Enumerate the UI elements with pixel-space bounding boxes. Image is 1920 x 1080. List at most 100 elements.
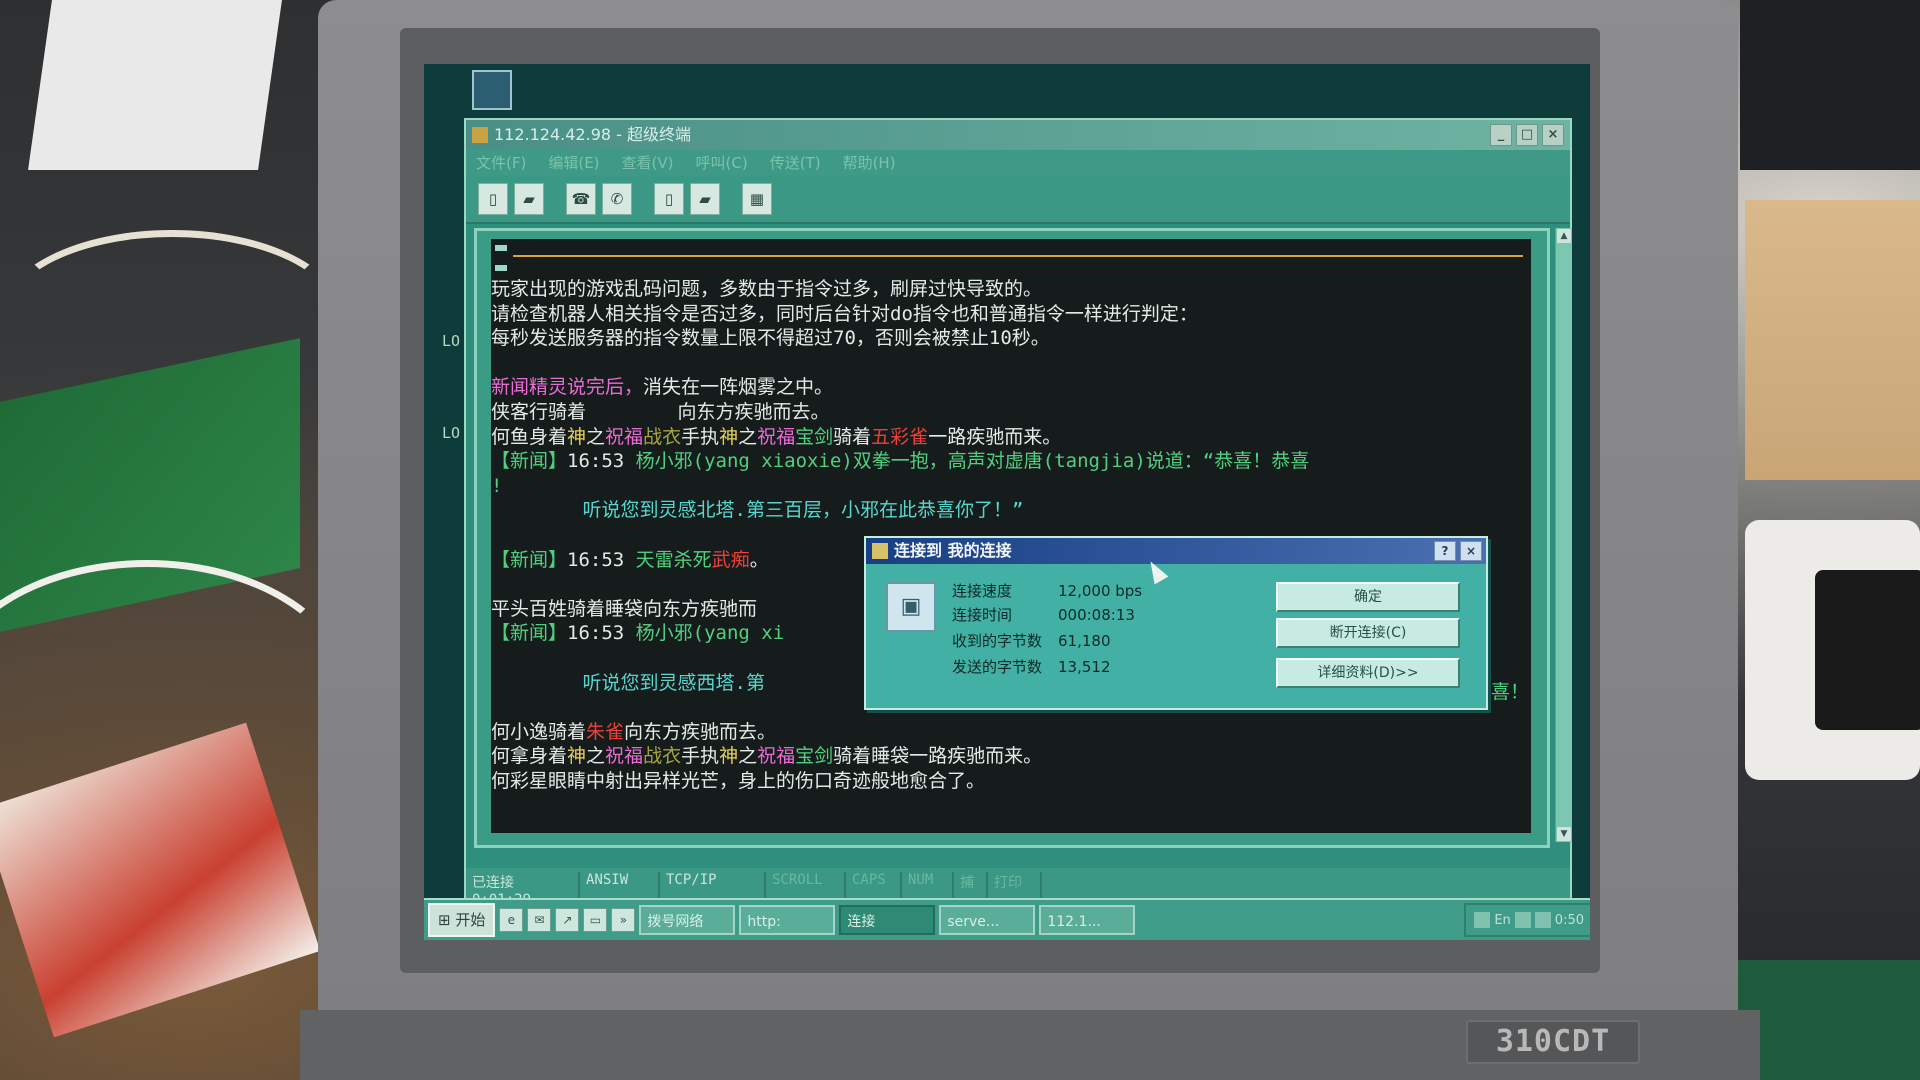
terminal-text-segment: !	[491, 474, 503, 497]
status-connected: 已连接 0:01:29	[466, 872, 580, 908]
maximize-button[interactable]: □	[1516, 124, 1538, 146]
stat-value: 61,180	[1058, 632, 1111, 650]
internet-explorer-icon[interactable]: e	[499, 908, 524, 932]
shelf	[1745, 200, 1920, 480]
terminal-text-segment: 朱雀	[586, 720, 625, 743]
menu-view[interactable]: 查看(V)	[622, 150, 674, 176]
side-label: LO	[442, 332, 461, 350]
cursor-marker	[495, 265, 507, 271]
system-tray: En 0:50	[1464, 903, 1590, 937]
stat-speed: 连接速度 12,000 bps	[952, 580, 1142, 601]
terminal-text-segment: 杨小邪(yang xi	[635, 622, 785, 645]
terminal-line: 何鱼身着神之祝福战衣手执神之祝福宝剑骑着五彩雀一路疾驰而来。	[491, 425, 1061, 449]
details-button[interactable]: 详细资料(D)>>	[1276, 658, 1460, 688]
terminal-text-segment: 祝福	[605, 745, 644, 768]
model-label: 310CDT	[1466, 1020, 1640, 1064]
scroll-down-icon[interactable]: ▼	[1557, 827, 1571, 841]
network-computers-icon: ▣	[886, 582, 936, 632]
outlook-icon[interactable]: ✉	[527, 908, 552, 932]
terminal-text-segment: 神	[719, 745, 739, 768]
network-icon[interactable]	[1514, 912, 1531, 928]
terminal-text-fragment: 喜！	[1491, 681, 1530, 703]
terminal-text-segment: 祝福	[605, 425, 644, 448]
terminal-line: 新闻精灵说完后，消失在一阵烟雾之中。	[491, 375, 833, 399]
dialog-close-button[interactable]: ×	[1460, 541, 1482, 561]
terminal-text-segment: 手执	[681, 745, 720, 768]
status-bar: 已连接 0:01:29 ANSIW TCP/IP SCROLL CAPS NUM…	[466, 868, 1570, 908]
show-desktop-icon[interactable]: ▭	[583, 908, 608, 932]
disconnect-button[interactable]: 断开连接(C)	[1276, 618, 1460, 648]
terminal-text-segment: 玩家出现的游戏乱码问题，多数由于指令过多，刷屏过快导致的。	[491, 278, 1043, 300]
terminal-text-segment: 何彩星眼睛中射出异样光芒，身上的伤口奇迹般地愈合了。	[491, 770, 986, 792]
language-indicator[interactable]: En	[1494, 913, 1510, 928]
network-desktop-icon[interactable]	[472, 70, 512, 110]
terminal-text-segment: 何鱼身着	[491, 425, 568, 448]
window-title: 112.124.42.98 - 超级终端	[494, 125, 692, 144]
terminal-text-segment: 骑着睡袋一路疾驰而来。	[833, 745, 1043, 768]
terminal-text-segment: 何小逸骑着	[491, 720, 587, 743]
ok-button[interactable]: 确定	[1276, 582, 1460, 612]
hyperterminal-window: 112.124.42.98 - 超级终端 _ □ × 文件(F) 编辑(E) 查…	[464, 118, 1572, 908]
status-scroll: SCROLL	[766, 872, 846, 898]
send-file-icon[interactable]: ▯	[654, 183, 684, 215]
terminal-text-segment: 之	[586, 425, 606, 448]
more-icon[interactable]: »	[611, 908, 636, 932]
terminal-line: 【新闻】16:53 杨小邪(yang xi	[491, 621, 784, 645]
task-server[interactable]: serve...	[939, 905, 1036, 935]
task-http[interactable]: http:	[739, 905, 836, 935]
dialog-titlebar[interactable]: 连接到 我的连接 ? ×	[866, 538, 1486, 564]
help-button[interactable]: ?	[1434, 541, 1456, 561]
terminal-text-segment: 神	[567, 425, 587, 448]
new-document-icon[interactable]: ▯	[478, 183, 508, 215]
task-hyperterminal[interactable]: 112.1...	[1039, 905, 1136, 935]
stat-label: 发送的字节数	[952, 658, 1043, 676]
minimize-button[interactable]: _	[1490, 124, 1512, 146]
start-label: 开始	[455, 911, 486, 929]
terminal-text-segment: 骑着	[833, 425, 872, 448]
volume-icon[interactable]	[1534, 912, 1551, 928]
vertical-scrollbar[interactable]: ▲ ▼	[1555, 228, 1572, 842]
status-protocol: TCP/IP	[660, 872, 766, 898]
task-dialup[interactable]: 拨号网络	[639, 905, 736, 935]
terminal-text-segment: 新闻精灵说完后，	[491, 376, 644, 399]
terminal-text-segment: 武痴	[711, 548, 750, 571]
menu-file[interactable]: 文件(F)	[476, 150, 526, 176]
terminal-text-segment: 向东方疾驰而去。	[624, 720, 777, 743]
disconnect-phone-icon[interactable]: ✆	[602, 183, 632, 215]
terminal-line: 【新闻】16:53 杨小邪(yang xiaoxie)双拳一抱，高声对虚唐(ta…	[491, 449, 1309, 473]
stat-label: 连接时间	[952, 606, 1013, 624]
monitor	[1740, 0, 1920, 170]
terminal-text-segment: 听说您到灵感北塔.第三百层，小邪在此恭喜你了！”	[491, 499, 1024, 522]
terminal-text-segment: 侠客行骑着 向东方疾驰而去。	[491, 401, 830, 423]
properties-icon[interactable]: ▦	[742, 183, 772, 215]
menu-bar: 文件(F) 编辑(E) 查看(V) 呼叫(C) 传送(T) 帮助(H)	[466, 150, 1570, 176]
window-titlebar[interactable]: 112.124.42.98 - 超级终端 _ □ ×	[466, 120, 1570, 150]
menu-transfer[interactable]: 传送(T)	[770, 150, 821, 176]
dial-phone-icon[interactable]: ☎	[566, 183, 596, 215]
channels-icon[interactable]: ↗	[555, 908, 580, 932]
terminal-text-segment: 16:53	[567, 622, 636, 645]
terminal-line: 每秒发送服务器的指令数量上限不得超过70，否则会被禁止10秒。	[491, 326, 1050, 350]
menu-edit[interactable]: 编辑(E)	[548, 150, 599, 176]
start-button[interactable]: ⊞ 开始	[428, 903, 496, 937]
screen-bezel: LO LO 112.124.42.98 - 超级终端 _ □ × 文件(F) 编…	[400, 28, 1600, 973]
terminal-text-segment: 【新闻】	[491, 622, 568, 645]
terminal-line: 玩家出现的游戏乱码问题，多数由于指令过多，刷屏过快导致的。	[491, 277, 1042, 301]
terminal-text-segment: 16:53	[567, 450, 636, 473]
open-folder-icon[interactable]: ▰	[514, 183, 544, 215]
terminal-text-segment: 之	[738, 745, 758, 768]
taskbar: ⊞ 开始 e ✉ ↗ ▭ » 拨号网络 http: 连接 serve... 11…	[424, 898, 1590, 940]
receive-file-icon[interactable]: ▰	[690, 183, 720, 215]
menu-help[interactable]: 帮助(H)	[843, 150, 896, 176]
scroll-up-icon[interactable]: ▲	[1557, 229, 1571, 243]
status-num: NUM	[902, 872, 954, 898]
status-emulation: ANSIW	[580, 872, 660, 898]
terminal-text-segment: 。	[749, 548, 769, 571]
task-connect[interactable]: 连接	[839, 905, 936, 935]
close-button[interactable]: ×	[1542, 124, 1564, 146]
device	[1745, 520, 1920, 780]
menu-call[interactable]: 呼叫(C)	[696, 150, 748, 176]
terminal-text-segment: 宝剑	[795, 425, 834, 448]
input-method-icon[interactable]	[1474, 912, 1491, 928]
terminal-text-segment: 听说您到灵感西塔.第	[491, 671, 765, 694]
